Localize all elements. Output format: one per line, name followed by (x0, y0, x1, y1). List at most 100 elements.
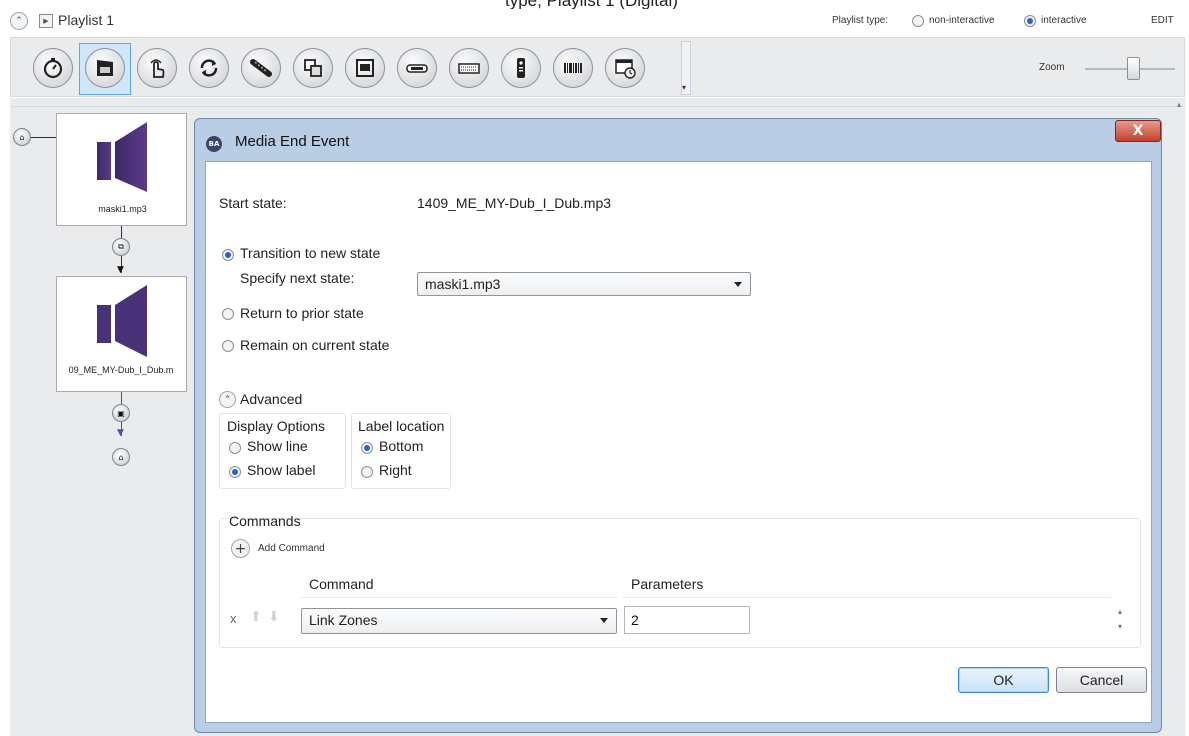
canvas-scroll-up-icon[interactable]: ▴ (1177, 100, 1181, 109)
command-dropdown[interactable]: Link Zones (301, 608, 617, 634)
next-state-value: maski1.mp3 (425, 276, 501, 292)
transition-radio[interactable] (222, 249, 234, 261)
chevron-down-icon (600, 618, 608, 623)
audio-speaker-icon (97, 122, 147, 192)
home-icon: ⌂ (118, 452, 124, 462)
remove-command-button[interactable]: x (230, 611, 237, 626)
dialog-titlebar[interactable]: BA Media End Event X (195, 119, 1161, 161)
dialog-title: Media End Event (235, 133, 350, 150)
audio-speaker-icon (97, 285, 147, 357)
touch-tool-button[interactable] (137, 48, 177, 88)
advanced-label: Advanced (240, 391, 303, 407)
state-maski1[interactable]: maski1.mp3 (56, 113, 187, 226)
barcode-tool-button[interactable] (553, 48, 593, 88)
usb-tool-button[interactable] (397, 48, 437, 88)
display-options-group: Display Options Show line Show label (219, 413, 346, 489)
arrow-down-icon[interactable]: ⬇ (268, 609, 280, 625)
zoom-label: Zoom (1039, 62, 1065, 73)
media-end-event-dialog: BA Media End Event X Start state: 1409_M… (194, 118, 1162, 733)
chevron-up-icon: ⌃ (15, 16, 23, 26)
parameter-input[interactable]: 2 (624, 606, 750, 634)
show-label-radio[interactable] (229, 466, 241, 478)
window-title-strip: type; Playlist 1 (Digital) (0, 0, 1189, 9)
home-node-return[interactable]: ⌂ (112, 448, 130, 466)
connector-line (121, 392, 122, 404)
playlist-play-button[interactable]: ▶ (39, 14, 53, 28)
edit-link[interactable]: EDIT (1151, 15, 1174, 26)
interactive-label: interactive (1041, 15, 1087, 26)
add-command-label[interactable]: Add Command (258, 543, 325, 554)
add-command-button[interactable]: + (231, 539, 250, 558)
transition-label: Transition to new state (240, 245, 381, 261)
ok-button[interactable]: OK (958, 667, 1049, 693)
play-icon: ▶ (43, 17, 49, 25)
show-line-label: Show line (247, 438, 308, 454)
zoom-slider-thumb[interactable] (1127, 57, 1140, 80)
next-state-dropdown[interactable]: maski1.mp3 (417, 272, 751, 296)
playlist-type-label: Playlist type: (832, 15, 889, 26)
touch-icon (150, 59, 165, 78)
non-interactive-radio[interactable] (912, 15, 924, 27)
start-state-value: 1409_ME_MY-Dub_I_Dub.mp3 (417, 195, 612, 211)
advanced-toggle-button[interactable]: ⌃ (219, 391, 236, 408)
collapse-button[interactable]: ⌃ (10, 12, 28, 30)
command-value: Link Zones (309, 612, 378, 628)
event-toolbar: ▾ Zoom (10, 37, 1185, 97)
arrow-down-icon: ▼ (117, 428, 124, 438)
chevron-up-icon: ⌃ (223, 394, 232, 405)
zone-event-node[interactable]: ⧉ (112, 238, 130, 256)
bottom-radio[interactable] (361, 442, 373, 454)
state-dub[interactable]: 09_ME_MY-Dub_I_Dub.m (56, 276, 187, 392)
remote-icon (517, 58, 525, 78)
show-line-radio[interactable] (229, 442, 241, 454)
zone-icon (304, 59, 322, 77)
refresh-icon (200, 59, 218, 77)
video-tool-button[interactable] (85, 48, 125, 88)
state-label: maski1.mp3 (98, 204, 147, 214)
return-radio[interactable] (222, 308, 234, 320)
right-radio[interactable] (361, 466, 373, 478)
video-clip-icon (97, 60, 113, 76)
close-button[interactable]: X (1115, 120, 1161, 142)
app-icon: BA (206, 136, 222, 152)
media-end-event-node[interactable]: ▣ (112, 404, 130, 422)
command-header-text: Command (309, 576, 374, 592)
state-label: 09_ME_MY-Dub_I_Dub.m (68, 365, 174, 375)
plus-icon: + (234, 540, 247, 557)
serial-icon (250, 59, 272, 77)
calendar-clip-icon (615, 59, 636, 79)
cancel-button[interactable]: Cancel (1056, 667, 1147, 693)
start-state-label: Start state: (219, 195, 287, 211)
bottom-label: Bottom (379, 438, 424, 454)
home-node[interactable]: ⌂ (13, 128, 31, 146)
remain-label: Remain on current state (240, 337, 390, 353)
home-connector (31, 137, 57, 138)
dialog-body: Start state: 1409_ME_MY-Dub_I_Dub.mp3 Tr… (205, 161, 1152, 723)
parameter-value: 2 (631, 612, 639, 628)
remote-tool-button[interactable] (501, 48, 541, 88)
parameters-column-header: Parameters (623, 571, 1111, 598)
label-location-group: Label location Bottom Right (351, 413, 451, 489)
video-clip-icon: ▣ (117, 408, 125, 418)
zone-icon: ⧉ (118, 242, 124, 251)
list-scroll-down-icon[interactable]: ▾ (1118, 622, 1122, 631)
parameters-header-text: Parameters (631, 576, 704, 592)
return-label: Return to prior state (240, 305, 364, 321)
keyboard-tool-button[interactable] (449, 48, 489, 88)
scroll-down-icon: ▾ (682, 83, 687, 92)
rectangle-tool-button[interactable] (345, 48, 385, 88)
specify-next-label: Specify next state: (240, 270, 355, 286)
interactive-radio[interactable] (1024, 15, 1036, 27)
loop-tool-button[interactable] (189, 48, 229, 88)
arrow-down-icon: ▼ (117, 265, 124, 275)
timer-tool-button[interactable] (33, 48, 73, 88)
zone-tool-button[interactable] (293, 48, 333, 88)
serial-tool-button[interactable] (241, 48, 281, 88)
toolbar-scroll-handle[interactable]: ▾ (681, 41, 691, 95)
arrow-up-icon[interactable]: ⬆ (250, 609, 262, 625)
command-column-header: Command (301, 571, 617, 598)
schedule-tool-button[interactable] (605, 48, 645, 88)
list-scroll-up-icon[interactable]: ▴ (1118, 607, 1122, 616)
remain-radio[interactable] (222, 340, 234, 352)
home-icon: ⌂ (19, 132, 25, 142)
